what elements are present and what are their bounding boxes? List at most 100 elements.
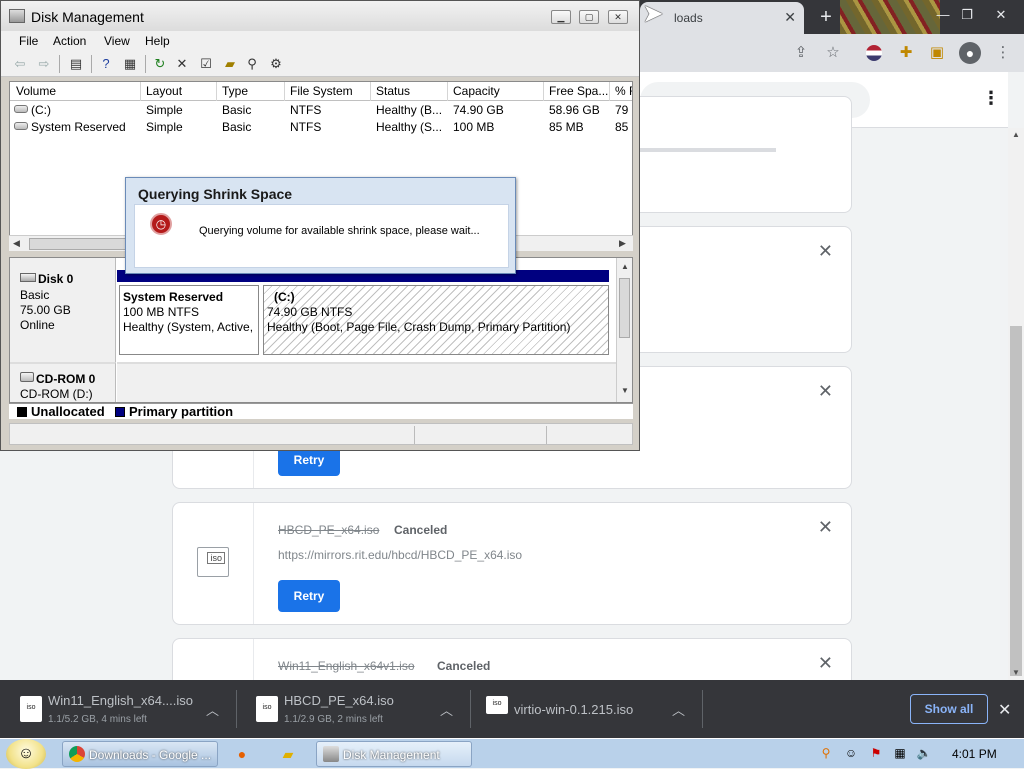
menu-file[interactable]: File	[19, 34, 38, 48]
iso-file-icon: iso	[256, 696, 278, 722]
back-icon[interactable]: ⇦	[11, 55, 29, 73]
disk-pane-vscrollbar[interactable]: ▲ ▼	[616, 258, 632, 402]
minimize-icon[interactable]: —	[930, 4, 956, 26]
partition-name: System Reserved	[123, 290, 224, 304]
disk-0-label[interactable]: Disk 0 Basic 75.00 GB Online	[10, 258, 116, 362]
tab-title: loads	[674, 11, 703, 25]
open-folder-icon[interactable]: ▰	[221, 55, 239, 73]
remove-download-icon[interactable]: ✕	[818, 241, 833, 262]
disk-management-icon	[323, 746, 339, 762]
forward-icon[interactable]: ⇨	[35, 55, 53, 73]
legend-swatch-primary	[115, 407, 125, 417]
maximize-icon[interactable]: ❐	[954, 4, 980, 26]
retry-button[interactable]: Retry	[278, 580, 340, 612]
tray-face-icon[interactable]: ☺	[843, 746, 859, 760]
column-capacity[interactable]: Capacity	[453, 84, 500, 98]
column-layout[interactable]: Layout	[146, 84, 182, 98]
extension-flag-icon[interactable]	[866, 45, 882, 61]
shelf-item-hbcd[interactable]: iso HBCD_PE_x64.iso 1.1/2.9 GB, 2 mins l…	[236, 680, 470, 738]
download-url[interactable]: https://mirrors.rit.edu/hbcd/HBCD_PE_x64…	[278, 548, 522, 562]
action-center-flag-icon[interactable]: ⚑	[868, 746, 884, 760]
window-title: Disk Management	[31, 9, 144, 25]
partition-system-reserved[interactable]: System Reserved 100 MB NTFS Healthy (Sys…	[119, 285, 259, 355]
column-percent-free[interactable]: % F	[615, 84, 632, 98]
taskbar-disk-management[interactable]: Disk Management	[316, 741, 472, 767]
maximize-button[interactable]: ▢	[579, 10, 599, 24]
clock[interactable]: 4:01 PM	[952, 747, 997, 761]
side-panel-icon[interactable]: ▣	[926, 42, 948, 64]
menu-help[interactable]: Help	[145, 34, 170, 48]
properties-icon[interactable]: ▦	[121, 55, 139, 73]
chrome-menu-icon[interactable]: ⋮	[992, 42, 1014, 64]
scroll-up-icon[interactable]: ▲	[1008, 128, 1024, 142]
cell-free-space: 85 MB	[549, 120, 584, 134]
cdrom-0-label[interactable]: CD-ROM 0 CD-ROM (D:)	[10, 362, 116, 402]
table-row[interactable]: System Reserved Simple Basic NTFS Health…	[10, 119, 632, 136]
vscroll-thumb[interactable]	[619, 278, 630, 338]
column-free-space[interactable]: Free Spa...	[549, 84, 608, 98]
menu-action[interactable]: Action	[53, 34, 86, 48]
share-icon[interactable]: ⇪	[790, 42, 812, 64]
column-status[interactable]: Status	[376, 84, 410, 98]
network-icon[interactable]: ▦	[892, 746, 908, 760]
scroll-down-icon[interactable]: ▼	[1008, 666, 1024, 680]
tab-close-icon[interactable]: ✕	[784, 9, 796, 26]
scroll-right-icon[interactable]: ▶	[619, 238, 626, 249]
shelf-item-name: virtio-win-0.1.215.iso	[514, 702, 634, 717]
column-file-system[interactable]: File System	[290, 84, 353, 98]
show-hide-tree-icon[interactable]: ▤	[67, 55, 85, 73]
scroll-down-icon[interactable]: ▼	[621, 386, 629, 395]
cell-status: Healthy (S...	[376, 120, 443, 134]
scroll-left-icon[interactable]: ◀	[13, 238, 20, 249]
settings-icon[interactable]: ⚙	[267, 55, 285, 73]
close-button[interactable]: ✕	[608, 10, 628, 24]
cell-file-system: NTFS	[290, 103, 322, 117]
delete-icon[interactable]: ✕	[173, 55, 191, 73]
shelf-item-win11[interactable]: iso Win11_English_x64....iso 1.1/5.2 GB,…	[0, 680, 236, 738]
tab-downloads[interactable]: loads ✕	[640, 2, 804, 34]
remove-download-icon[interactable]: ✕	[818, 653, 833, 674]
page-scroll-thumb[interactable]	[1010, 326, 1022, 676]
remove-download-icon[interactable]: ✕	[818, 517, 833, 538]
scroll-up-icon[interactable]: ▲	[621, 262, 629, 271]
table-row[interactable]: (C:) Simple Basic NTFS Healthy (B... 74.…	[10, 102, 632, 119]
hscroll-thumb[interactable]	[29, 238, 139, 250]
new-tab-button[interactable]: +	[812, 4, 840, 30]
downloads-menu-icon[interactable]: ⋮	[982, 88, 1000, 109]
taskbar-chrome[interactable]: Downloads - Google ...	[62, 741, 218, 767]
checklist-icon[interactable]: ☑	[197, 55, 215, 73]
cell-volume: System Reserved	[14, 120, 126, 134]
close-shelf-icon[interactable]: ✕	[998, 700, 1011, 720]
column-volume[interactable]: Volume	[16, 84, 56, 98]
cell-free-space: 58.96 GB	[549, 103, 600, 117]
remove-download-icon[interactable]: ✕	[818, 381, 833, 402]
querying-shrink-dialog: Querying Shrink Space ◷ Querying volume …	[125, 177, 516, 274]
firefox-icon[interactable]: ●	[230, 743, 254, 765]
help-icon[interactable]: ?	[97, 55, 115, 73]
search-icon[interactable]: ⚲	[243, 55, 261, 73]
chevron-up-icon[interactable]: ︿	[672, 700, 685, 719]
window-titlebar[interactable]: Disk Management ▁ ▢ ✕	[1, 1, 639, 31]
chevron-up-icon[interactable]: ︿	[440, 700, 453, 719]
start-button[interactable]: ☺	[6, 739, 46, 769]
bookmark-star-icon[interactable]: ☆	[822, 42, 844, 64]
refresh-icon[interactable]: ↻	[151, 55, 169, 73]
show-all-button[interactable]: Show all	[910, 694, 988, 724]
volume-icon[interactable]: 🔈	[916, 746, 932, 760]
download-filename[interactable]: HBCD_PE_x64.iso	[278, 523, 379, 537]
partition-c[interactable]: (C:) 74.90 GB NTFS Healthy (Boot, Page F…	[263, 285, 609, 355]
close-window-icon[interactable]: ✕	[988, 4, 1014, 26]
menu-view[interactable]: View	[104, 34, 130, 48]
partition-status: Healthy (Boot, Page File, Crash Dump, Pr…	[267, 320, 571, 334]
cell-capacity: 74.90 GB	[453, 103, 504, 117]
minimize-button[interactable]: ▁	[551, 10, 571, 24]
column-type[interactable]: Type	[222, 84, 248, 98]
download-filename[interactable]: Win11_English_x64v1.iso	[278, 659, 415, 673]
chevron-up-icon[interactable]: ︿	[206, 700, 219, 719]
profile-avatar-icon[interactable]: ●	[959, 42, 981, 64]
folder-icon[interactable]: ▰	[276, 743, 300, 765]
shelf-item-virtio[interactable]: iso virtio-win-0.1.215.iso ︿	[466, 680, 702, 738]
search-tray-icon[interactable]: ⚲	[818, 746, 834, 760]
download-status: Canceled	[437, 659, 491, 673]
extensions-puzzle-icon[interactable]: ✚	[895, 42, 917, 64]
